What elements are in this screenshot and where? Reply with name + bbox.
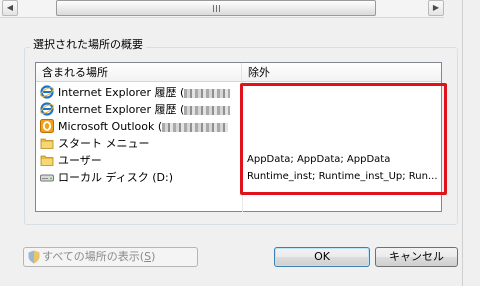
location-label: ローカル ディスク (D:) (58, 171, 173, 184)
show-all-locations-button[interactable]: すべての場所の表示(S) (23, 247, 198, 267)
ok-button[interactable]: OK (274, 247, 370, 267)
column-header-exclusions[interactable]: 除外 (242, 63, 441, 82)
horizontal-scrollbar[interactable]: ◀ ▶ (0, 0, 480, 20)
internet-explorer-icon (40, 102, 54, 116)
shield-icon (28, 250, 40, 264)
window-edge (462, 0, 480, 286)
location-label: ユーザー (58, 154, 102, 167)
scrollbar-grip-icon (213, 5, 222, 12)
location-label: Microsoft Outlook ( (58, 120, 163, 133)
scrollbar-thumb[interactable] (56, 0, 376, 16)
internet-explorer-icon (40, 85, 54, 99)
drive-icon (40, 174, 54, 182)
show-all-label-end: ) (151, 250, 156, 263)
location-label: Internet Explorer 履歴 ( (58, 86, 185, 99)
cancel-button[interactable]: キャンセル (375, 247, 458, 267)
group-title: 選択された場所の概要 (30, 38, 146, 52)
outlook-icon (40, 119, 54, 133)
folder-icon (40, 138, 54, 149)
scroll-left-button[interactable]: ◀ (2, 0, 18, 16)
folder-icon (40, 155, 54, 166)
redacted-text (184, 105, 231, 115)
location-label: スタート メニュー (58, 137, 150, 150)
show-all-label: すべての場所の表示( (42, 250, 145, 263)
redacted-text (184, 88, 231, 98)
column-header-locations[interactable]: 含まれる場所 (36, 63, 242, 82)
location-label: Internet Explorer 履歴 ( (58, 103, 185, 116)
redacted-text (162, 122, 229, 132)
highlight-box (240, 83, 447, 195)
scroll-right-button[interactable]: ▶ (428, 0, 444, 16)
